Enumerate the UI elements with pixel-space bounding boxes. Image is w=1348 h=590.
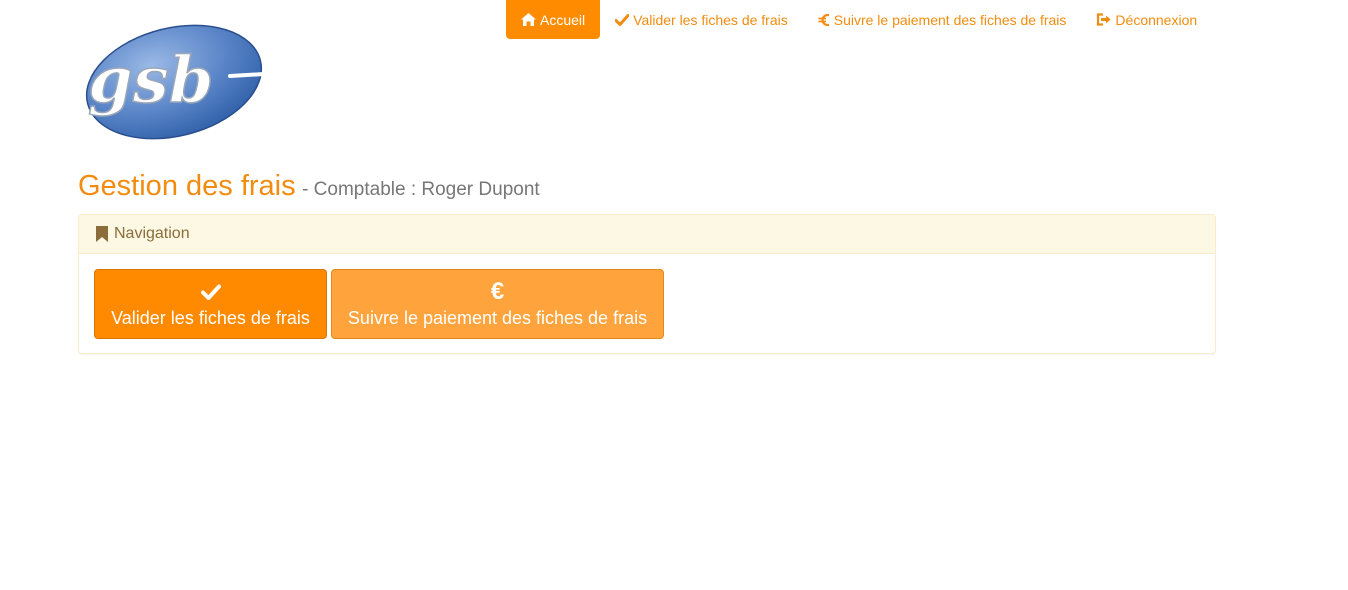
nav-item-label: Valider les fiches de frais xyxy=(633,11,788,28)
nav-item-valider[interactable]: Valider les fiches de frais xyxy=(600,0,803,39)
button-label: Suivre le paiement des fiches de frais xyxy=(347,307,648,328)
validate-expense-sheets-button[interactable]: Valider les fiches de frais xyxy=(94,269,327,339)
check-icon xyxy=(615,13,630,26)
check-icon xyxy=(200,280,221,304)
nav-item-suivre-paiement[interactable]: Suivre le paiement des fiches de frais xyxy=(803,0,1082,39)
euro-icon: € xyxy=(490,277,505,305)
button-label: Valider les fiches de frais xyxy=(111,307,310,328)
page: Accueil Valider les fiches de frais Suiv… xyxy=(0,0,1348,590)
gsb-logo: gsb xyxy=(80,24,266,142)
nav-item-label: Accueil xyxy=(540,11,586,28)
panel-heading: Navigation xyxy=(79,215,1215,254)
nav-item-deconnexion[interactable]: Déconnexion xyxy=(1081,0,1212,39)
navigation-panel: Navigation Valider les fiches de frais €… xyxy=(78,214,1216,354)
euro-icon xyxy=(818,13,830,27)
nav-item-label: Déconnexion xyxy=(1115,11,1198,28)
panel-body: Valider les fiches de frais € Suivre le … xyxy=(79,254,1215,339)
nav-item-accueil[interactable]: Accueil xyxy=(506,0,601,39)
bookmark-icon xyxy=(96,226,108,242)
user-role-subtitle: - Comptable : Roger Dupont xyxy=(302,179,540,200)
top-nav: Accueil Valider les fiches de frais Suiv… xyxy=(506,0,1212,39)
track-payment-button[interactable]: € Suivre le paiement des fiches de frais xyxy=(331,269,664,339)
page-heading: Gestion des frais - Comptable : Roger Du… xyxy=(78,170,540,203)
logout-icon xyxy=(1096,13,1111,26)
nav-item-label: Suivre le paiement des fiches de frais xyxy=(833,11,1067,28)
home-icon xyxy=(521,13,536,26)
svg-text:gsb: gsb xyxy=(88,43,214,118)
panel-title: Navigation xyxy=(114,225,190,242)
page-title: Gestion des frais xyxy=(78,170,296,202)
